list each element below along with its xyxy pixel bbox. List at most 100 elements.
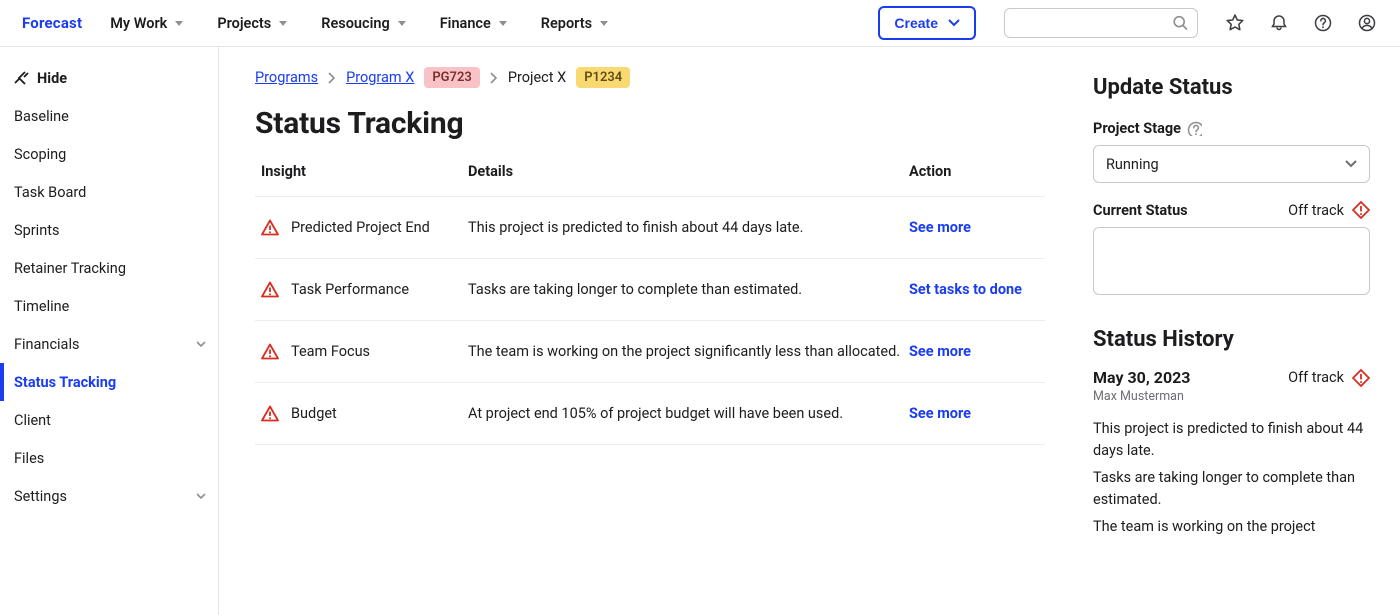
th-details: Details [468, 163, 909, 180]
sidebar-item-label: Timeline [14, 298, 69, 315]
create-label: Create [894, 15, 938, 31]
breadcrumb-programs[interactable]: Programs [255, 69, 318, 86]
sidebar-item-label: Baseline [14, 108, 69, 125]
project-code-badge: P1234 [576, 67, 630, 88]
nav-projects[interactable]: Projects [217, 15, 287, 32]
status-badge: Off track [1288, 201, 1370, 219]
caret-down-icon [279, 21, 287, 26]
off-track-icon [1352, 369, 1370, 387]
project-stage-select[interactable]: Running [1093, 145, 1370, 183]
sidebar-item-client[interactable]: Client [0, 401, 218, 439]
nav-my-work[interactable]: My Work [110, 15, 183, 32]
nav-label: Reports [541, 15, 592, 32]
history-status-badge: Off track [1288, 369, 1370, 387]
sidebar-item-label: Financials [14, 336, 79, 353]
insights-header: Insight Details Action [255, 163, 1045, 197]
favorite-icon[interactable] [1226, 14, 1244, 32]
nav-reports[interactable]: Reports [541, 15, 608, 32]
sidebar-item-sprints[interactable]: Sprints [0, 211, 218, 249]
breadcrumb-program-x[interactable]: Program X [346, 69, 414, 86]
nav-label: Finance [440, 15, 491, 32]
sidebar-item-files[interactable]: Files [0, 439, 218, 477]
current-status-label: Current Status [1093, 202, 1188, 219]
th-action: Action [909, 163, 1039, 180]
status-textarea[interactable] [1093, 227, 1370, 295]
sidebar-item-settings[interactable]: Settings [0, 477, 218, 515]
caret-down-icon [398, 21, 406, 26]
off-track-icon [1352, 201, 1370, 219]
left-column: Programs Program X PG723 Project X P1234… [255, 67, 1045, 595]
notifications-icon[interactable] [1270, 14, 1288, 32]
sidebar-item-label: Task Board [14, 184, 86, 201]
sidebar-item-label: Settings [14, 488, 67, 505]
nav-resourcing[interactable]: Resoucing [321, 15, 405, 32]
page-title: Status Tracking [255, 106, 1045, 141]
insight-name: Task Performance [291, 281, 409, 298]
history-line: Tasks are taking longer to complete than… [1093, 467, 1370, 512]
sidebar-item-task-board[interactable]: Task Board [0, 173, 218, 211]
current-status-row: Current Status Off track [1093, 201, 1370, 219]
top-nav: Forecast My Work Projects Resoucing Fina… [0, 0, 1400, 47]
breadcrumb: Programs Program X PG723 Project X P1234 [255, 67, 1045, 88]
history-author: Max Musterman [1093, 389, 1370, 404]
top-icons [1226, 14, 1376, 32]
sidebar-item-financials[interactable]: Financials [0, 325, 218, 363]
chevron-right-icon [490, 72, 498, 84]
sidebar-item-label: Sprints [14, 222, 59, 239]
create-button[interactable]: Create [878, 6, 976, 40]
insight-details: At project end 105% of project budget wi… [468, 405, 909, 422]
chevron-down-icon [196, 341, 206, 347]
chevron-down-icon [1345, 160, 1357, 168]
project-stage-label: Project Stage [1093, 120, 1370, 137]
insight-details: This project is predicted to finish abou… [468, 219, 909, 236]
insight-name: Predicted Project End [291, 219, 430, 236]
search-input[interactable] [1004, 8, 1198, 38]
insight-action-link[interactable]: Set tasks to done [909, 281, 1022, 298]
insight-row: Budget At project end 105% of project bu… [255, 383, 1045, 445]
caret-down-icon [600, 21, 608, 26]
chevron-down-icon [196, 493, 206, 499]
status-badge-text: Off track [1288, 202, 1344, 219]
sidebar-item-status-tracking[interactable]: Status Tracking [0, 363, 218, 401]
status-history-title: Status History [1093, 327, 1370, 352]
program-code-badge: PG723 [424, 67, 479, 88]
caret-down-icon [175, 21, 183, 26]
history-body: This project is predicted to finish abou… [1093, 418, 1370, 538]
insight-row: Task Performance Tasks are taking longer… [255, 259, 1045, 321]
sidebar-hide[interactable]: Hide [0, 59, 218, 97]
insight-action-link[interactable]: See more [909, 343, 971, 360]
history-line: This project is predicted to finish abou… [1093, 418, 1370, 463]
history-line: The team is working on the project [1093, 516, 1370, 538]
search-field [1004, 8, 1198, 38]
th-insight: Insight [261, 163, 468, 180]
insight-action-link[interactable]: See more [909, 405, 971, 422]
insight-details: Tasks are taking longer to complete than… [468, 281, 909, 298]
main: Programs Program X PG723 Project X P1234… [219, 47, 1400, 615]
sidebar-item-label: Status Tracking [14, 374, 116, 391]
account-icon[interactable] [1358, 14, 1376, 32]
insight-action-link[interactable]: See more [909, 219, 971, 236]
update-status-title: Update Status [1093, 75, 1370, 100]
history-head: May 30, 2023 Off track [1093, 368, 1370, 387]
sidebar-item-label: Files [14, 450, 44, 467]
brand-logo[interactable]: Forecast [22, 14, 82, 32]
insight-name: Budget [291, 405, 337, 422]
nav-label: Resoucing [321, 15, 389, 32]
warning-icon [261, 405, 279, 422]
sidebar-item-baseline[interactable]: Baseline [0, 97, 218, 135]
sidebar-item-timeline[interactable]: Timeline [0, 287, 218, 325]
insight-name: Team Focus [291, 343, 370, 360]
chevron-right-icon [328, 72, 336, 84]
info-icon[interactable] [1187, 121, 1202, 136]
sidebar-item-label: Client [14, 412, 51, 429]
caret-down-icon [499, 21, 507, 26]
collapse-icon [14, 71, 29, 85]
sidebar-item-scoping[interactable]: Scoping [0, 135, 218, 173]
sidebar-item-label: Scoping [14, 146, 66, 163]
warning-icon [261, 343, 279, 360]
history-date: May 30, 2023 [1093, 368, 1190, 387]
nav-label: My Work [110, 15, 167, 32]
nav-finance[interactable]: Finance [440, 15, 507, 32]
help-icon[interactable] [1314, 14, 1332, 32]
sidebar-item-retainer-tracking[interactable]: Retainer Tracking [0, 249, 218, 287]
